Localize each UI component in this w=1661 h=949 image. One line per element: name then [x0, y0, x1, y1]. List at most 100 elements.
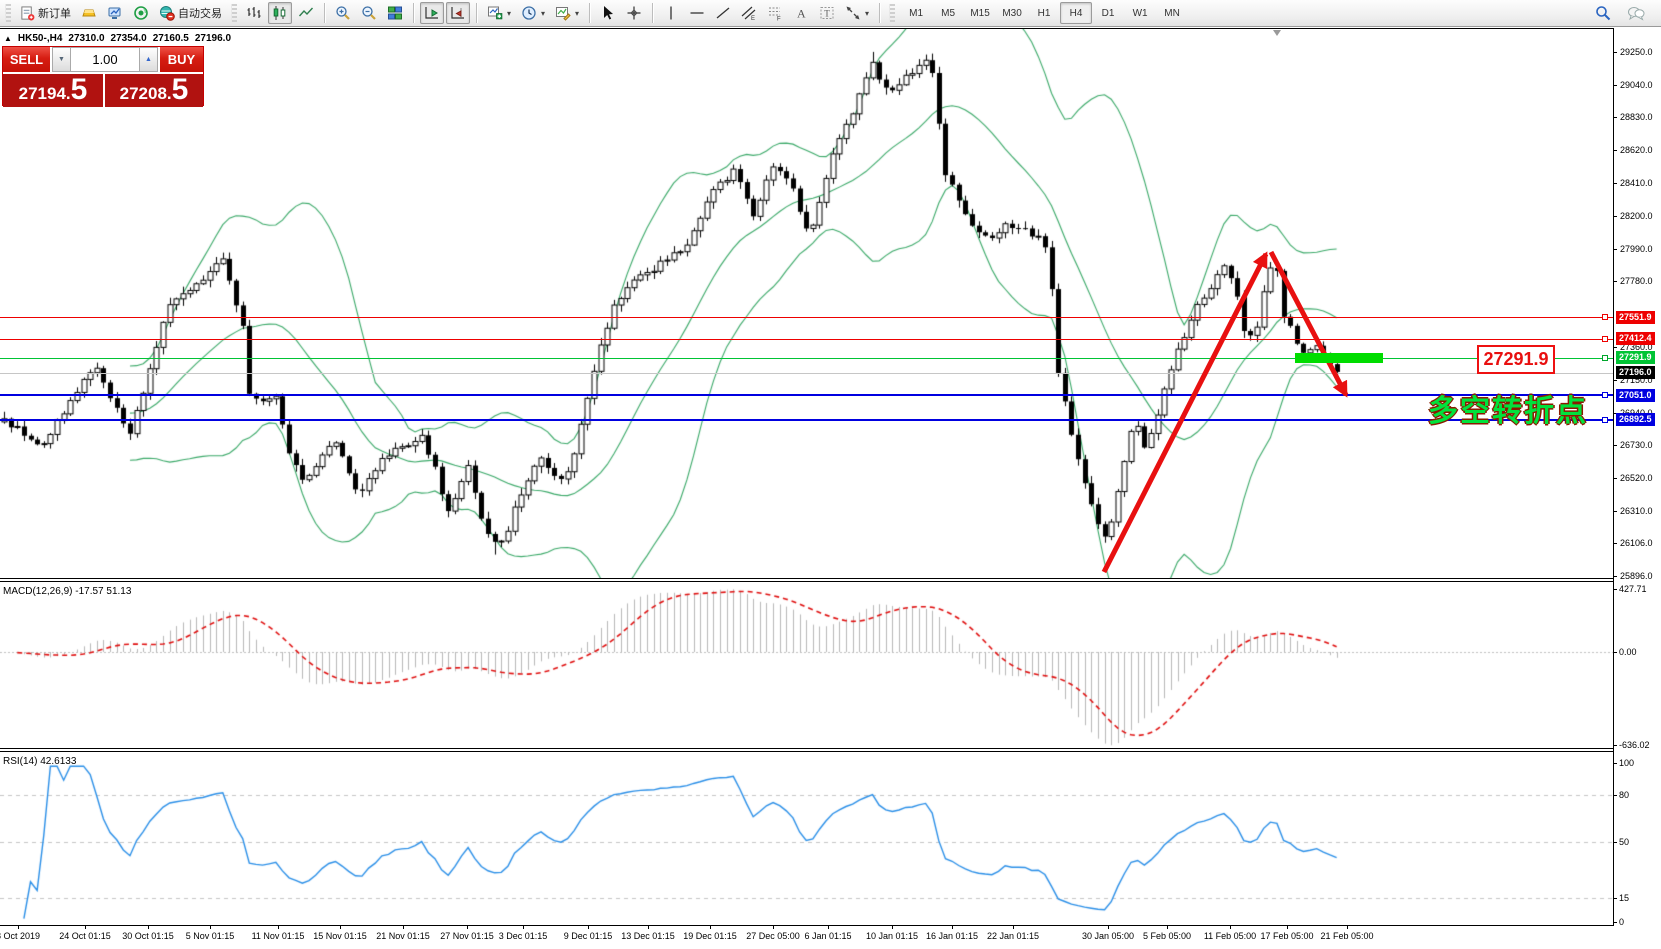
line-anchor-handle[interactable]: [1602, 355, 1608, 361]
line-anchor-handle[interactable]: [1602, 314, 1608, 320]
rsi-pane-canvas[interactable]: [0, 752, 1613, 925]
arrows-tool[interactable]: ▾: [841, 2, 873, 24]
line-anchor-handle[interactable]: [1602, 417, 1608, 423]
buy-price[interactable]: 27208.5: [105, 74, 203, 107]
price-tag-27412.4: 27412.4: [1616, 332, 1655, 345]
horizontal-line-icon: [689, 5, 705, 21]
horizontal-line-tool[interactable]: [685, 2, 709, 24]
time-tick: [1347, 925, 1348, 929]
channel-tool[interactable]: E: [737, 2, 761, 24]
timeframe-d1-button[interactable]: D1: [1092, 2, 1124, 24]
bar-close: 27196.0: [195, 33, 231, 44]
signal-button[interactable]: [129, 2, 153, 24]
cursor-icon: [600, 5, 616, 21]
collapse-quote-icon[interactable]: ▲: [4, 34, 12, 43]
monitor-icon: [107, 5, 123, 21]
toolbar-grip[interactable]: [231, 4, 237, 22]
volume-decrease-button[interactable]: ▼: [52, 47, 71, 72]
cursor-button[interactable]: [596, 2, 620, 24]
text-label-tool[interactable]: T: [815, 2, 839, 24]
main-chart-canvas[interactable]: [0, 29, 1613, 578]
zoom-out-button[interactable]: [357, 2, 381, 24]
gold-button[interactable]: [77, 2, 101, 24]
axis-tick: [1613, 52, 1617, 53]
timeframe-h1-button[interactable]: H1: [1028, 2, 1060, 24]
timeframe-m1-button[interactable]: M1: [900, 2, 932, 24]
crosshair-button[interactable]: [622, 2, 646, 24]
macd-pane-canvas[interactable]: [0, 582, 1613, 748]
toolbar-grip[interactable]: [889, 4, 895, 22]
support-highlight-bar[interactable]: [1295, 353, 1383, 363]
price-line-26892.5[interactable]: [0, 419, 1613, 421]
axis-tick: [1613, 347, 1617, 348]
tile-windows-button[interactable]: [383, 2, 407, 24]
market-watch-button[interactable]: [103, 2, 127, 24]
axis-tick: [1613, 445, 1617, 446]
templates-button[interactable]: ▾: [551, 2, 583, 24]
bar-high: 27354.0: [111, 33, 147, 44]
price-tag-27551.9: 27551.9: [1616, 311, 1655, 324]
timeframe-h4-button[interactable]: H4: [1060, 2, 1092, 24]
chart-shift-button[interactable]: [446, 2, 470, 24]
macd-axis-label: 427.71: [1619, 584, 1647, 594]
time-tick-label: 22 Jan 01:15: [987, 931, 1039, 941]
candlestick-chart-button[interactable]: [268, 2, 292, 24]
axis-tick: [1613, 249, 1617, 250]
time-tick: [1230, 925, 1231, 929]
fibonacci-icon: F: [767, 5, 783, 21]
timeframe-w1-button[interactable]: W1: [1124, 2, 1156, 24]
search-button[interactable]: [1591, 2, 1615, 24]
pane-separator[interactable]: [0, 748, 1614, 749]
line-chart-button[interactable]: [294, 2, 318, 24]
price-line-27051[interactable]: [0, 394, 1613, 396]
indicators-button[interactable]: ▾: [483, 2, 515, 24]
dropdown-arrow-icon: ▾: [541, 9, 545, 18]
auto-trading-label: 自动交易: [178, 5, 222, 21]
fibonacci-tool[interactable]: F: [763, 2, 787, 24]
pane-separator[interactable]: [0, 581, 1614, 582]
price-line-27412.4[interactable]: [0, 339, 1613, 340]
vertical-line-tool[interactable]: [659, 2, 683, 24]
auto-trading-button[interactable]: 自动交易: [155, 2, 226, 24]
pane-separator[interactable]: [0, 578, 1614, 579]
channel-icon: E: [741, 5, 757, 21]
bar-chart-button[interactable]: [242, 2, 266, 24]
line-chart-icon: [298, 5, 314, 21]
price-line-27196[interactable]: [0, 373, 1613, 374]
bar-chart-icon: [246, 5, 262, 21]
text-tool[interactable]: A: [789, 2, 813, 24]
cn-annotation-text[interactable]: 多空转折点: [1428, 386, 1588, 430]
timeframe-m30-button[interactable]: M30: [996, 2, 1028, 24]
line-anchor-handle[interactable]: [1602, 336, 1608, 342]
new-order-button[interactable]: 新订单: [16, 2, 75, 24]
svg-text:T: T: [824, 9, 830, 19]
toolbar-grip[interactable]: [5, 4, 11, 22]
time-tick: [1013, 925, 1014, 929]
add-indicator-icon: [487, 5, 503, 21]
axis-tick: [1613, 511, 1617, 512]
pane-separator[interactable]: [0, 751, 1614, 752]
price-callout-box[interactable]: 27291.9: [1477, 345, 1555, 374]
zoom-in-button[interactable]: [331, 2, 355, 24]
timeframe-mn-button[interactable]: MN: [1156, 2, 1188, 24]
volume-increase-button[interactable]: ▲: [139, 47, 158, 72]
timeframe-m5-button[interactable]: M5: [932, 2, 964, 24]
periods-button[interactable]: ▾: [517, 2, 549, 24]
text-icon: A: [793, 5, 809, 21]
line-anchor-handle[interactable]: [1602, 392, 1608, 398]
chat-button[interactable]: [1623, 2, 1649, 24]
sell-price[interactable]: 27194.5: [3, 74, 105, 107]
timeframe-m15-button[interactable]: M15: [964, 2, 996, 24]
rsi-axis-label: 50: [1619, 837, 1629, 847]
chart-shift-icon: [450, 5, 466, 21]
volume-value[interactable]: 1.00: [71, 47, 139, 72]
trendline-tool[interactable]: [711, 2, 735, 24]
auto-scroll-button[interactable]: [420, 2, 444, 24]
axis-tick: [1613, 85, 1617, 86]
price-line-27551.9[interactable]: [0, 317, 1613, 318]
sell-button[interactable]: SELL: [3, 47, 52, 72]
time-tick-label: 30 Oct 01:15: [122, 931, 174, 941]
rsi-axis-label: 100: [1619, 758, 1634, 768]
time-tick: [467, 925, 468, 929]
buy-button[interactable]: BUY: [158, 47, 203, 72]
